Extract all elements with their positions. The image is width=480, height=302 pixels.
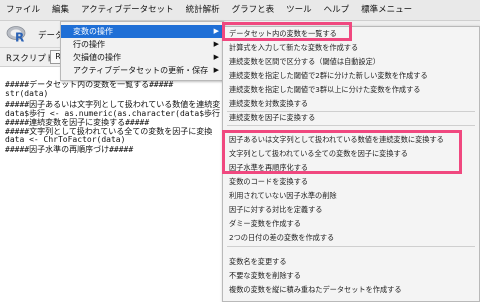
submenu-item-compute-new-variable[interactable]: 計算式を入力して新たな変数を作成する — [229, 43, 358, 53]
submenu-item-bin-auto[interactable]: 連続変数を区間で区分する（閾値は自動設定） — [229, 57, 380, 67]
menu-item-variable-ops[interactable]: 変数の操作 ▶ — [61, 25, 223, 38]
submenu-item-delete[interactable]: 不要な変数を削除する — [229, 271, 301, 281]
submenu-arrow-icon: ▶ — [213, 66, 219, 74]
highlight-box-top — [222, 22, 352, 41]
menu-separator — [227, 111, 475, 112]
menu-item-missing-ops[interactable]: 欠損値の操作 ▶ — [61, 51, 223, 64]
menu-bar: ファイル 編集 アクティブデータセット 統計解析 グラフと表 ツール ヘルプ 標… — [0, 0, 480, 21]
submenu-arrow-icon: ▶ — [213, 27, 219, 35]
submenu-item-stack[interactable]: 複数の変数を縦に積み重ねたデータセットを作成する — [229, 285, 402, 295]
menu-item-dataset-update[interactable]: アクティブデータセットの更新・保存 ▶ — [61, 64, 223, 77]
menu-statistics[interactable]: 統計解析 — [180, 0, 226, 20]
menu-graphs[interactable]: グラフと表 — [226, 0, 281, 20]
code-line: #####因子水準の再順序づけ##### — [5, 145, 134, 154]
submenu-item-date-difference[interactable]: 2つの日付の差の変数を作成する — [229, 233, 334, 243]
menu-file[interactable]: ファイル — [0, 0, 46, 20]
submenu-item-drop-unused-levels[interactable]: 利用されていない因子水準の削除 — [229, 191, 337, 201]
menu-edit[interactable]: 編集 — [46, 0, 75, 20]
menu-item-label: 欠損値の操作 — [73, 53, 121, 62]
menu-item-label: 変数の操作 — [73, 27, 113, 36]
submenu-item-define-contrasts[interactable]: 因子に対する対比を定義する — [229, 205, 322, 215]
submenu-item-rename[interactable]: 変数名を変更する — [229, 257, 287, 267]
menu-separator — [227, 125, 475, 126]
submenu-arrow-icon: ▶ — [213, 53, 219, 61]
submenu-item-log-transform[interactable]: 連続変数を対数変換する — [229, 99, 308, 109]
menu-item-row-ops[interactable]: 行の操作 ▶ — [61, 38, 223, 51]
svg-text:R: R — [15, 31, 24, 44]
menu-item-label: 行の操作 — [73, 40, 105, 49]
submenu-item-split-three-groups[interactable]: 連続変数を指定した閾値で3群以上に分けた変数を作成する — [229, 85, 420, 95]
submenu-item-numeric-to-factor[interactable]: 連続変数を因子に変換する — [229, 113, 315, 123]
script-editor[interactable]: #####データセット内の変数を一覧する##### str(data) ####… — [0, 67, 220, 300]
submenu-item-recode[interactable]: 変数のコードを変換する — [229, 177, 308, 187]
code-line: data <- ChrToFactor(data) — [5, 135, 126, 144]
submenu-arrow-icon: ▶ — [213, 40, 219, 48]
menu-tools[interactable]: ツール — [280, 0, 318, 20]
highlight-box-middle — [222, 130, 462, 174]
menu-standard[interactable]: 標準メニュー — [355, 0, 418, 20]
r-logo-icon: R — [6, 26, 26, 44]
r-script-tab[interactable]: Rスクリプト — [6, 52, 54, 64]
menu-help[interactable]: ヘルプ — [318, 0, 356, 20]
menu-active-dataset[interactable]: アクティブデータセット — [75, 0, 180, 20]
menu-separator — [227, 246, 475, 247]
submenu-item-split-two-groups[interactable]: 連続変数を指定した閾値で2群に分けた新しい変数を作成する — [229, 71, 428, 81]
data-menu-dropdown: 変数の操作 ▶ 行の操作 ▶ 欠損値の操作 ▶ アクティブデータセットの更新・保… — [60, 21, 224, 81]
code-line: str(data) — [5, 89, 49, 98]
submenu-item-dummy-variables[interactable]: ダミー変数を作成する — [229, 219, 301, 229]
menu-item-label: アクティブデータセットの更新・保存 — [73, 66, 209, 75]
